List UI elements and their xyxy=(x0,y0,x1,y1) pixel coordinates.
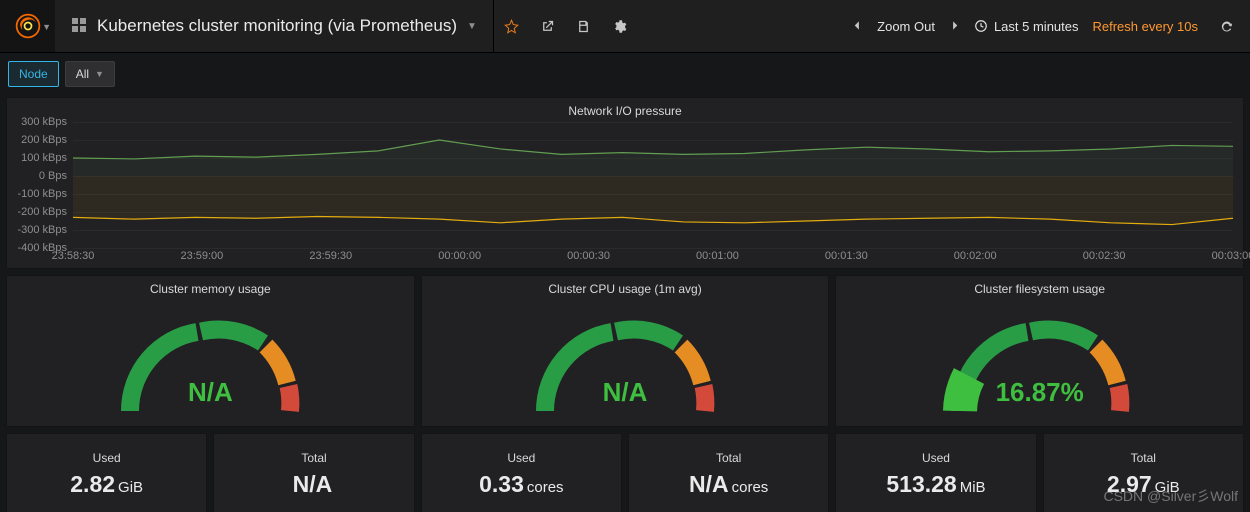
panel-network-io[interactable]: Network I/O pressure 300 kBps200 kBps100… xyxy=(6,97,1244,269)
star-button[interactable] xyxy=(494,0,530,52)
refresh-interval-button[interactable]: Refresh every 10s xyxy=(1093,19,1199,34)
stat-label: Used xyxy=(93,451,121,465)
settings-button[interactable] xyxy=(602,0,638,52)
refresh-icon xyxy=(1219,19,1234,34)
panel-title: Cluster filesystem usage xyxy=(836,276,1243,298)
stat-value: N/Acores xyxy=(689,471,768,498)
panel-gauge-memory[interactable]: Cluster memory usage N/A xyxy=(6,275,415,427)
chart-yaxis: 300 kBps200 kBps100 kBps0 Bps-100 kBps-2… xyxy=(7,122,71,248)
time-range-button[interactable]: Last 5 minutes xyxy=(974,19,1079,34)
stat-value: 2.97GiB xyxy=(1107,471,1180,498)
panel-stat-fs-used[interactable]: Used 513.28MiB xyxy=(835,433,1036,512)
panel-title: Cluster memory usage xyxy=(7,276,414,298)
chart-area xyxy=(73,122,1233,248)
clock-icon xyxy=(974,19,988,33)
gauge: 16.87% xyxy=(836,298,1243,416)
gauge: N/A xyxy=(422,298,829,416)
save-button[interactable] xyxy=(566,0,602,52)
stat-label: Total xyxy=(301,451,326,465)
dashboard-actions xyxy=(494,0,638,52)
share-icon xyxy=(540,19,555,34)
chart-xaxis: 23:58:3023:59:0023:59:3000:00:0000:00:30… xyxy=(73,250,1233,266)
panel-stat-cpu-used[interactable]: Used 0.33cores xyxy=(421,433,622,512)
grafana-logo[interactable]: ▼ xyxy=(0,0,55,52)
gear-icon xyxy=(612,19,627,34)
panel-stat-mem-used[interactable]: Used 2.82GiB xyxy=(6,433,207,512)
panel-stat-cpu-total[interactable]: Total N/Acores xyxy=(628,433,829,512)
gauge-value: N/A xyxy=(422,377,829,408)
chevron-down-icon: ▼ xyxy=(42,22,51,32)
time-back-button[interactable] xyxy=(852,19,863,34)
stat-value: 0.33cores xyxy=(479,471,563,498)
chevron-right-icon xyxy=(949,20,960,31)
stat-label: Total xyxy=(716,451,741,465)
grafana-icon xyxy=(14,12,42,40)
panel-title: Network I/O pressure xyxy=(7,98,1243,120)
panel-stat-fs-total[interactable]: Total 2.97GiB xyxy=(1043,433,1244,512)
stat-value: 2.82GiB xyxy=(70,471,143,498)
gauge-value: N/A xyxy=(7,377,414,408)
star-icon xyxy=(504,19,519,34)
panel-stat-mem-total[interactable]: Total N/A xyxy=(213,433,414,512)
dashboard-icon xyxy=(71,17,87,36)
stat-label: Used xyxy=(922,451,950,465)
stat-value: N/A xyxy=(293,471,336,498)
dashboard-title: Kubernetes cluster monitoring (via Prome… xyxy=(97,16,457,36)
panel-gauge-filesystem[interactable]: Cluster filesystem usage 16.87% xyxy=(835,275,1244,427)
refresh-button[interactable] xyxy=(1212,0,1240,52)
stat-label: Total xyxy=(1131,451,1156,465)
time-picker: Zoom Out Last 5 minutes Refresh every 10… xyxy=(852,0,1250,52)
zoom-out-button[interactable]: Zoom Out xyxy=(877,19,935,34)
chevron-left-icon xyxy=(852,20,863,31)
dashboard-grid: Network I/O pressure 300 kBps200 kBps100… xyxy=(0,97,1250,512)
templating-row: Node All▼ xyxy=(0,53,1250,91)
stat-label: Used xyxy=(507,451,535,465)
var-value-node[interactable]: All▼ xyxy=(65,61,115,87)
gauge: N/A xyxy=(7,298,414,416)
share-button[interactable] xyxy=(530,0,566,52)
chevron-down-icon: ▼ xyxy=(95,69,104,79)
chevron-down-icon: ▼ xyxy=(467,21,477,32)
var-label-node[interactable]: Node xyxy=(8,61,59,87)
top-navbar: ▼ Kubernetes cluster monitoring (via Pro… xyxy=(0,0,1250,53)
panel-gauge-cpu[interactable]: Cluster CPU usage (1m avg) N/A xyxy=(421,275,830,427)
stat-value: 513.28MiB xyxy=(886,471,985,498)
panel-title: Cluster CPU usage (1m avg) xyxy=(422,276,829,298)
time-forward-button[interactable] xyxy=(949,19,960,34)
save-icon xyxy=(576,19,591,34)
dashboard-picker[interactable]: Kubernetes cluster monitoring (via Prome… xyxy=(55,0,494,52)
gauge-value: 16.87% xyxy=(836,377,1243,408)
